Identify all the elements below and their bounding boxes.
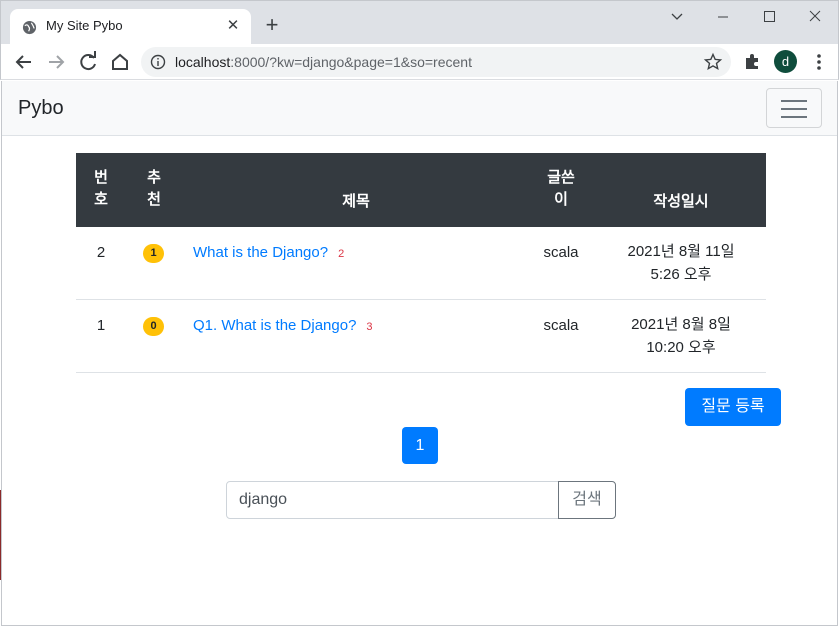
url-host: localhost (175, 54, 231, 70)
navbar-toggler-button[interactable] (766, 88, 822, 128)
header-author: 글쓴 이 (547, 169, 575, 208)
bookmark-star-icon[interactable] (703, 52, 723, 72)
navbar: Pybo (2, 81, 837, 136)
pagination-page-1[interactable]: 1 (402, 427, 438, 464)
header-votes: 추 천 (147, 169, 161, 208)
created-date: 2021년 8월 11일 5:26 오후 (627, 243, 735, 283)
hamburger-icon (781, 100, 807, 102)
window-edge-mark (0, 490, 1, 580)
browser-tab[interactable]: My Site Pybo ✕ (10, 9, 251, 45)
row-number: 1 (96, 317, 106, 334)
info-icon[interactable] (150, 54, 166, 70)
back-arrow-icon[interactable] (11, 49, 37, 75)
minimize-icon[interactable] (707, 5, 739, 29)
vote-badge: 0 (143, 317, 164, 336)
maximize-icon[interactable] (753, 5, 785, 29)
address-bar[interactable]: localhost:8000/?kw=django&page=1&so=rece… (141, 47, 731, 77)
header-subject: 제목 (342, 193, 370, 210)
url-text[interactable]: localhost:8000/?kw=django&page=1&so=rece… (175, 54, 472, 70)
question-link[interactable]: What is the Django? 2 (193, 244, 344, 261)
search-input[interactable] (226, 481, 559, 519)
table-row: 1 0 Q1. What is the Django? 3 scala 2021년… (76, 300, 766, 373)
table-header: 번 호 추 천 제목 글쓴 이 작성일시 (76, 153, 766, 227)
forward-arrow-icon[interactable] (43, 49, 69, 75)
browser-toolbar: localhost:8000/?kw=django&page=1&so=rece… (0, 44, 839, 80)
chevron-down-icon[interactable] (661, 5, 693, 29)
globe-icon (22, 20, 37, 35)
question-link[interactable]: Q1. What is the Django? 3 (193, 317, 373, 334)
reload-icon[interactable] (75, 49, 101, 75)
created-date: 2021년 8월 8일 10:20 오후 (631, 316, 731, 356)
home-icon[interactable] (107, 49, 133, 75)
extensions-puzzle-icon[interactable] (743, 51, 763, 71)
vote-badge: 1 (143, 244, 164, 263)
navbar-brand[interactable]: Pybo (18, 97, 64, 120)
new-tab-button[interactable]: + (261, 14, 283, 36)
register-question-button[interactable]: 질문 등록 (685, 388, 781, 426)
search-button[interactable]: 검색 (558, 481, 616, 519)
table-row: 2 1 What is the Django? 2 scala 2021년 8월 … (76, 227, 766, 300)
author-name: scala (543, 244, 579, 261)
header-number: 번 호 (94, 169, 108, 208)
answer-count: 2 (338, 248, 345, 260)
browser-title-bar: My Site Pybo ✕ + (0, 0, 839, 45)
question-table: 번 호 추 천 제목 글쓴 이 작성일시 2 1 What is the Dja… (76, 153, 766, 373)
more-menu-icon[interactable] (809, 51, 829, 73)
row-number: 2 (96, 244, 106, 261)
header-date: 작성일시 (653, 193, 709, 210)
close-window-icon[interactable] (799, 5, 831, 29)
close-tab-icon[interactable]: ✕ (224, 17, 242, 35)
answer-count: 3 (366, 321, 373, 333)
profile-avatar[interactable]: d (774, 50, 797, 73)
author-name: scala (543, 317, 579, 334)
page-content: Pybo 번 호 추 천 제목 글쓴 이 작성일시 2 1 What is th… (1, 81, 838, 626)
url-path: :8000/?kw=django&page=1&so=recent (230, 54, 472, 70)
tab-title: My Site Pybo (46, 18, 123, 33)
